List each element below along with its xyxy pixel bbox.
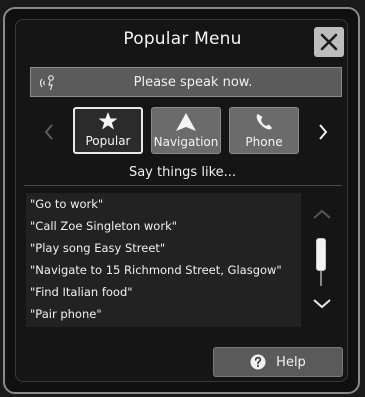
category-label-popular: Popular	[85, 134, 131, 148]
voice-prompt-bar: Please speak now.	[30, 67, 342, 97]
scroll-track-line	[320, 271, 322, 286]
help-label: Help	[276, 354, 306, 370]
voice-speaking-icon	[39, 75, 54, 91]
chevron-down-icon	[313, 299, 331, 309]
page-title: Popular Menu	[123, 29, 242, 49]
list-item: "Go to work"	[30, 197, 104, 211]
category-next-button[interactable]	[312, 118, 334, 146]
category-tab-navigation[interactable]: Navigation	[151, 107, 221, 154]
list-item: "Find Italian food"	[30, 285, 133, 299]
category-prev-button[interactable]	[38, 118, 60, 146]
category-tab-phone[interactable]: Phone	[229, 107, 299, 154]
example-command-list[interactable]: "Go to work" "Call Zoe Singleton work" "…	[26, 193, 301, 327]
question-circle-icon	[250, 354, 266, 370]
list-item: "Pair phone"	[30, 307, 102, 321]
navigation-arrow-icon	[176, 113, 196, 131]
list-item: "Call Zoe Singleton work"	[30, 219, 178, 233]
voice-prompt-text: Please speak now.	[133, 74, 253, 90]
list-item: "Navigate to 15 Richmond Street, Glasgow…	[30, 263, 282, 277]
scroll-down-button[interactable]	[310, 295, 334, 313]
phone-icon	[256, 114, 272, 130]
divider	[24, 185, 342, 186]
star-icon	[98, 112, 118, 130]
scroll-up-button[interactable]	[310, 205, 334, 223]
category-label-phone: Phone	[245, 135, 283, 149]
chevron-right-icon	[319, 124, 328, 140]
close-icon	[320, 33, 338, 51]
close-button[interactable]	[314, 27, 344, 57]
category-tab-popular[interactable]: Popular	[73, 107, 143, 154]
help-button[interactable]: Help	[213, 347, 343, 377]
chevron-left-icon	[44, 124, 53, 140]
category-label-navigation: Navigation	[153, 135, 219, 149]
chevron-up-icon	[313, 209, 331, 219]
list-item: "Play song Easy Street"	[30, 241, 166, 255]
say-things-label: Say things like...	[128, 165, 237, 180]
scroll-thumb[interactable]	[316, 238, 326, 271]
